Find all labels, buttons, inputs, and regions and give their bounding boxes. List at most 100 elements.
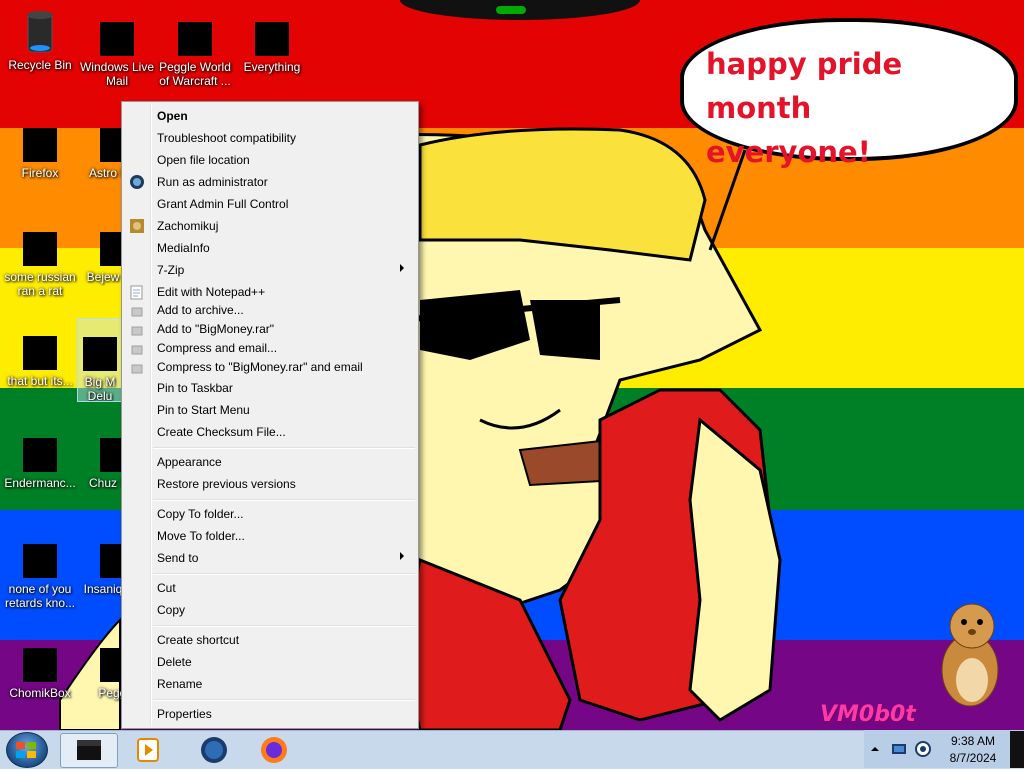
bigmoney-icon bbox=[83, 337, 117, 371]
menu-item-open[interactable]: Open bbox=[124, 105, 414, 127]
menu-item-label: Compress and email... bbox=[157, 341, 278, 355]
archive-icon bbox=[131, 364, 143, 374]
menu-item-rename[interactable]: Rename bbox=[124, 673, 414, 695]
app-icon bbox=[23, 544, 57, 578]
globe-icon bbox=[201, 737, 227, 763]
menu-item-restore[interactable]: Restore previous versions bbox=[124, 473, 414, 495]
menu-item-label: Add to "BigMoney.rar" bbox=[157, 322, 275, 336]
menu-item-label: Open bbox=[157, 109, 188, 123]
menu-item-run-admin[interactable]: Run as administrator bbox=[124, 171, 414, 193]
menu-item-open-location[interactable]: Open file location bbox=[124, 149, 414, 171]
menu-item-checksum[interactable]: Create Checksum File... bbox=[124, 421, 414, 443]
desktop-icon-chomikbox[interactable]: ChomikBox bbox=[0, 630, 80, 700]
hamster-icon bbox=[941, 603, 999, 707]
menu-item-label: Open file location bbox=[157, 153, 250, 167]
show-desktop-button[interactable] bbox=[1010, 731, 1024, 768]
menu-item-grant-admin[interactable]: Grant Admin Full Control bbox=[124, 193, 414, 215]
menu-item-compress-rar-email[interactable]: Compress to "BigMoney.rar" and email bbox=[124, 358, 414, 377]
menu-item-delete[interactable]: Delete bbox=[124, 651, 414, 673]
icon-label: that but its... bbox=[7, 374, 73, 388]
menu-item-notepad[interactable]: Edit with Notepad++ bbox=[124, 281, 414, 303]
menu-item-add-archive[interactable]: Add to archive... bbox=[124, 301, 414, 320]
menu-item-mediainfo[interactable]: MediaInfo bbox=[124, 237, 414, 259]
menu-item-label: MediaInfo bbox=[157, 241, 210, 255]
bubble-line-2: everyone! bbox=[706, 135, 871, 169]
tray-expand-icon[interactable] bbox=[870, 744, 880, 754]
icon-label: none of you retards kno... bbox=[4, 582, 76, 610]
menu-item-compress-email[interactable]: Compress and email... bbox=[124, 339, 414, 358]
taskbar-button-ie[interactable] bbox=[186, 733, 242, 766]
menu-item-label: Rename bbox=[157, 677, 203, 691]
menu-item-label: Grant Admin Full Control bbox=[157, 197, 289, 211]
context-menu: Open Troubleshoot compatibility Open fil… bbox=[121, 101, 419, 729]
menu-item-label: Copy To folder... bbox=[157, 507, 244, 521]
explorer-icon bbox=[77, 740, 101, 760]
desktop-icon-everything[interactable]: Everything bbox=[232, 4, 312, 74]
menu-item-create-shortcut[interactable]: Create shortcut bbox=[124, 629, 414, 651]
network-icon[interactable] bbox=[890, 740, 908, 758]
desktop-icon-peggle-wow[interactable]: Peggle World of Warcraft ... bbox=[155, 4, 235, 88]
menu-item-move-to[interactable]: Move To folder... bbox=[124, 525, 414, 547]
menu-separator bbox=[153, 699, 415, 701]
app-icon bbox=[23, 438, 57, 472]
chomikbox-icon bbox=[23, 648, 57, 682]
watermark-text: VM0b0t bbox=[820, 702, 916, 727]
menu-item-appearance[interactable]: Appearance bbox=[124, 451, 414, 473]
menu-item-label: Edit with Notepad++ bbox=[157, 285, 266, 299]
menu-item-troubleshoot[interactable]: Troubleshoot compatibility bbox=[124, 127, 414, 149]
menu-item-label: Add to archive... bbox=[157, 303, 244, 317]
menu-item-label: Cut bbox=[157, 581, 176, 595]
menu-item-pin-start[interactable]: Pin to Start Menu bbox=[124, 399, 414, 421]
menu-item-label: Run as administrator bbox=[157, 175, 268, 189]
desktop-icon-firefox[interactable]: Firefox bbox=[0, 110, 80, 180]
taskbar-button-explorer[interactable] bbox=[60, 733, 118, 768]
notepad-icon bbox=[130, 285, 143, 300]
icon-label: Everything bbox=[243, 60, 301, 74]
clock-date[interactable]: 8/7/2024 bbox=[938, 751, 1008, 765]
bubble-line-1: happy pride month bbox=[706, 47, 903, 125]
menu-item-label: Create shortcut bbox=[157, 633, 240, 647]
icon-label: Windows Live Mail bbox=[79, 60, 155, 88]
desktop-icon-bigmoney[interactable]: Big M Delu bbox=[77, 318, 123, 402]
archive-icon bbox=[131, 326, 143, 336]
menu-item-copy-to[interactable]: Copy To folder... bbox=[124, 503, 414, 525]
menu-item-add-rar[interactable]: Add to "BigMoney.rar" bbox=[124, 320, 414, 339]
archive-icon bbox=[131, 307, 143, 317]
menu-item-label: Troubleshoot compatibility bbox=[157, 131, 296, 145]
menu-item-cut[interactable]: Cut bbox=[124, 577, 414, 599]
everything-search-icon bbox=[255, 22, 289, 56]
icon-label: ChomikBox bbox=[9, 686, 71, 700]
hamster-icon bbox=[130, 219, 144, 233]
menu-item-copy[interactable]: Copy bbox=[124, 599, 414, 621]
menu-item-label: Restore previous versions bbox=[157, 477, 296, 491]
desktop-icon-none-of-you[interactable]: none of you retards kno... bbox=[0, 526, 80, 610]
clock-time[interactable]: 9:38 AM bbox=[938, 734, 1008, 748]
menu-item-7zip[interactable]: 7-Zip bbox=[124, 259, 414, 281]
firefox-icon bbox=[261, 737, 287, 763]
menu-item-label: Appearance bbox=[157, 455, 222, 469]
peggle-icon bbox=[178, 22, 212, 56]
desktop-icon-endermanch[interactable]: Endermanc... bbox=[0, 420, 80, 490]
taskbar-button-media-player[interactable] bbox=[122, 733, 178, 766]
volume-icon[interactable] bbox=[914, 740, 932, 758]
menu-item-send-to[interactable]: Send to bbox=[124, 547, 414, 569]
desktop-icon-windows-live-mail[interactable]: Windows Live Mail bbox=[77, 4, 157, 88]
icon-label: Endermanc... bbox=[4, 476, 76, 490]
desktop-icon-recycle-bin[interactable]: Recycle Bin bbox=[0, 4, 80, 72]
desktop-icon-russian-rat[interactable]: some russian ran a rat bbox=[0, 214, 80, 298]
menu-item-label: Delete bbox=[157, 655, 192, 669]
menu-item-properties[interactable]: Properties bbox=[124, 703, 414, 725]
menu-item-label: 7-Zip bbox=[157, 263, 185, 277]
menu-item-label: Compress to "BigMoney.rar" and email bbox=[157, 360, 363, 374]
menu-separator bbox=[153, 573, 415, 575]
desktop-icon-that-but-its[interactable]: that but its... bbox=[0, 318, 80, 388]
menu-item-pin-taskbar[interactable]: Pin to Taskbar bbox=[124, 377, 414, 399]
taskbar-button-firefox[interactable] bbox=[246, 733, 302, 766]
windows-live-mail-icon bbox=[100, 22, 134, 56]
menu-separator bbox=[153, 625, 415, 627]
menu-item-zachomikuj[interactable]: Zachomikuj bbox=[124, 215, 414, 237]
icon-label: Big M Delu bbox=[84, 375, 116, 402]
menu-item-label: Send to bbox=[157, 551, 199, 565]
bezel-led bbox=[496, 6, 526, 14]
menu-item-label: Properties bbox=[157, 707, 212, 721]
